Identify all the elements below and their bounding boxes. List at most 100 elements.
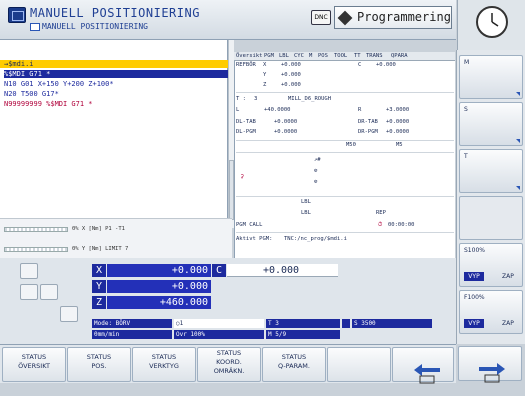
programming-icon xyxy=(337,10,353,26)
divider xyxy=(236,232,454,233)
feed-override-button[interactable]: F100% VYP ZAP xyxy=(459,290,523,334)
programming-mode-button[interactable]: Programmering xyxy=(334,6,452,29)
empty-side-button[interactable] xyxy=(459,196,523,240)
program-path: →$mdi.i xyxy=(4,60,34,68)
program-line[interactable]: %$MDI G71 * xyxy=(4,70,228,78)
tool-number: 3 xyxy=(254,96,258,102)
spindle-status: S 3500 xyxy=(352,319,432,328)
tool-status: T 3 xyxy=(266,319,340,328)
status-tabs: Översikt PGM LBL CYC M POS TOOL TT TRANS… xyxy=(234,52,455,61)
ref-label: REFBÖR xyxy=(236,62,256,68)
control-button[interactable] xyxy=(20,284,38,300)
tab-qpara[interactable]: QPARA xyxy=(391,53,408,59)
feed-override-label: F100% xyxy=(464,294,485,301)
m-label: M xyxy=(464,59,470,66)
l-value: +40.0000 xyxy=(264,107,291,113)
program-line[interactable]: N99999999 %$MDI G71 * xyxy=(4,100,93,108)
override-status: Ovr 100% xyxy=(174,330,264,339)
x-value: +0.000 xyxy=(281,62,301,68)
y-value: +0.000 xyxy=(281,72,301,78)
status-tool-softkey[interactable]: STATUS VERKTYG xyxy=(132,347,196,382)
spindle-icon xyxy=(342,319,350,328)
reset-icon[interactable] xyxy=(20,263,38,279)
s-label: S xyxy=(464,106,468,113)
tab-cyc[interactable]: CYC xyxy=(294,53,304,59)
z-value: +0.000 xyxy=(281,82,301,88)
l-label: L xyxy=(236,107,240,113)
spindle-override-label: S100% xyxy=(464,247,485,254)
program-line[interactable]: N10 G01 X+150 Y+200 Z+100* xyxy=(4,80,114,88)
tab-overview[interactable]: Översikt xyxy=(236,53,263,59)
spindle-override-button[interactable]: S100% VYP ZAP xyxy=(459,243,523,287)
drtab-label: DR-TAB xyxy=(358,119,378,125)
softkey-bar: STATUS ÖVERSIKT STATUS POS. STATUS VERKT… xyxy=(0,344,456,384)
home-icon xyxy=(30,23,40,31)
tab-tool[interactable]: TOOL xyxy=(334,53,347,59)
status-pos-softkey[interactable]: STATUS POS. xyxy=(67,347,131,382)
tab-pgm[interactable]: PGM xyxy=(264,53,274,59)
top-bar: MANUELL POSITIONIERING MANUELL POSITIONI… xyxy=(0,0,456,40)
tab-lbl[interactable]: LBL xyxy=(279,53,289,59)
m-function-button[interactable]: M xyxy=(459,55,523,99)
clock-icon xyxy=(476,6,508,38)
program-path-row[interactable]: →$mdi.i xyxy=(0,60,228,68)
tab-pos[interactable]: POS xyxy=(318,53,328,59)
feed-override-text: 0% X [Nm] P1 -T1 xyxy=(72,226,125,232)
axis-z-value: +460.000 xyxy=(107,296,211,309)
right-arrow-icon xyxy=(479,363,506,383)
m5-code: M5 xyxy=(396,142,403,148)
dnc-icon[interactable]: DNC xyxy=(311,10,331,25)
rapid-override-text: 0% Y [Nm] LIMIT 7 xyxy=(72,246,129,252)
mode-title: MANUELL POSITIONIERING xyxy=(30,6,200,20)
feed-override-slider xyxy=(4,227,68,232)
axis-x-value: +0.000 xyxy=(107,264,211,277)
status-coord-softkey[interactable]: STATUS KOORD. OMRÄKN. xyxy=(197,347,261,382)
back-arrow-softkey[interactable] xyxy=(392,347,454,384)
mode-status: Mode: BÖRV xyxy=(92,319,172,328)
control-button[interactable] xyxy=(40,284,58,300)
dropdown-icon xyxy=(516,186,520,190)
coolant-icon: ↗# xyxy=(314,157,321,163)
rapid-override-slider xyxy=(4,247,68,252)
c-label: C xyxy=(358,62,362,68)
z-label: Z xyxy=(263,82,267,88)
x-label: X xyxy=(263,62,267,68)
m50-code: M50 xyxy=(346,142,356,148)
axis-c-value: +0.000 xyxy=(227,264,338,277)
clock-widget xyxy=(457,0,525,50)
tool-axis-status: ○1 xyxy=(174,319,264,328)
status-overview-softkey[interactable]: STATUS ÖVERSIKT xyxy=(2,347,66,382)
forward-arrow-softkey[interactable] xyxy=(458,346,522,383)
empty-softkey[interactable] xyxy=(327,347,391,382)
tab-m[interactable]: M xyxy=(309,53,312,59)
dlpgm-label: DL-PGM xyxy=(236,129,256,135)
c-value: +0.000 xyxy=(376,62,396,68)
active-pgm-label: Aktivt PGM: xyxy=(236,236,273,242)
tab-trans[interactable]: TRANS xyxy=(366,53,383,59)
dropdown-icon xyxy=(516,139,520,143)
control-button[interactable] xyxy=(60,306,78,322)
t-function-button[interactable]: T xyxy=(459,149,523,193)
vyp-badge: VYP xyxy=(464,272,484,281)
s-function-button[interactable]: S xyxy=(459,102,523,146)
drpgm-value: +0.0000 xyxy=(386,129,410,135)
divider xyxy=(236,152,454,153)
axis-y-value: +0.000 xyxy=(107,280,211,293)
status-qparam-softkey[interactable]: STATUS Q-PARAM. xyxy=(262,347,326,382)
timer-icon: ⏱ xyxy=(378,222,383,228)
dltab-value: +0.0000 xyxy=(274,119,298,125)
mode-subtitle: MANUELL POSITIONIERING xyxy=(42,22,148,31)
machine-mode-icon xyxy=(8,7,26,23)
dltab-label: DL-TAB xyxy=(236,119,256,125)
divider xyxy=(236,92,454,93)
axis-c-label: C xyxy=(212,264,226,277)
y-label: Y xyxy=(263,72,267,78)
programming-label: Programmering xyxy=(357,10,451,24)
program-panel: →$mdi.i %$MDI G71 * N10 G01 X+150 Y+200 … xyxy=(0,40,228,228)
drpgm-label: DR-PGM xyxy=(358,129,378,135)
tab-tt[interactable]: TT xyxy=(354,53,361,59)
pgm-call-label: PGM CALL xyxy=(236,222,263,228)
program-line[interactable]: N20 T500 G17* xyxy=(4,90,59,98)
tool-label: T : xyxy=(236,96,246,102)
axis-y-label: Y xyxy=(92,280,106,293)
